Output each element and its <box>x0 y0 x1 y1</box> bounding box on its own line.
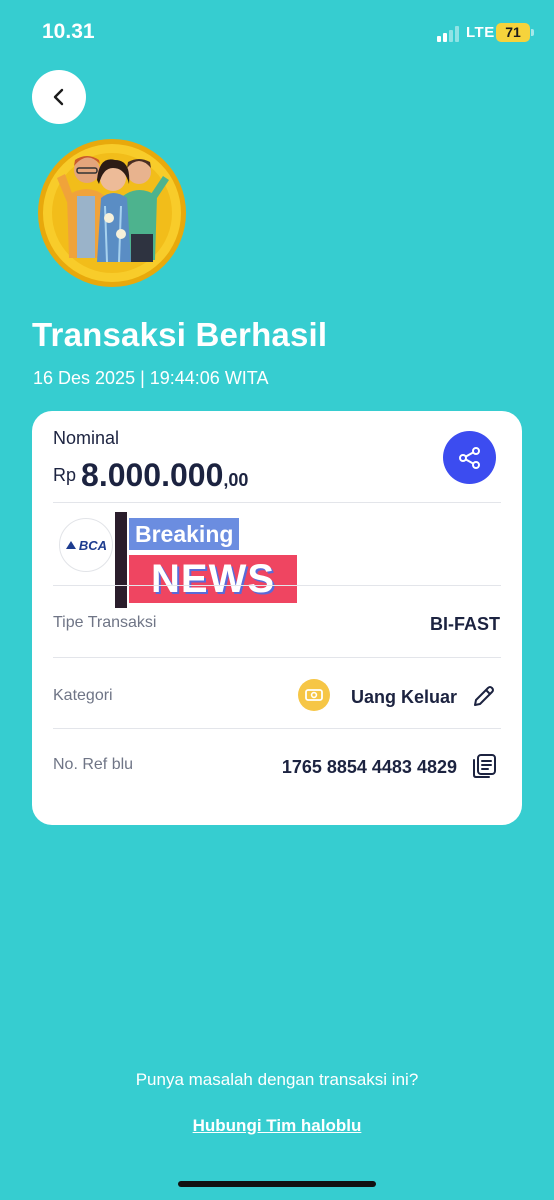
transaction-type-label: Tipe Transaksi <box>53 614 157 631</box>
back-button[interactable] <box>32 70 86 124</box>
share-icon <box>458 446 480 469</box>
bank-name: BCA <box>78 537 108 553</box>
page-title: Transaksi Berhasil <box>32 316 328 353</box>
chevron-left-icon <box>53 88 64 106</box>
network-type: LTE <box>466 24 495 41</box>
bca-logo-icon <box>65 541 76 549</box>
signal-icon <box>437 26 461 42</box>
bank-logo: BCA <box>59 518 113 572</box>
category-label: Kategori <box>53 687 113 704</box>
status-bar: 10.31 LTE 71 <box>0 0 554 66</box>
ref-number-value: 1765 8854 4483 4829 <box>281 757 457 777</box>
amount-decimal: ,00 <box>223 470 249 490</box>
help-text: Punya masalah dengan transaksi ini? <box>135 1070 419 1089</box>
transaction-type-value: BI-FAST <box>430 614 500 634</box>
battery-indicator: 71 <box>496 23 534 42</box>
amount-main: 8.000.000 <box>81 457 224 493</box>
success-avatar-badge <box>38 139 186 287</box>
share-button[interactable] <box>443 431 496 484</box>
contact-support-link[interactable]: Hubungi Tim haloblu <box>0 1116 554 1136</box>
breaking-label: Breaking <box>129 518 240 550</box>
status-time: 10.31 <box>42 20 95 43</box>
divider <box>53 728 501 729</box>
transaction-detail-card: Nominal Rp 8.000.000,00 BCA Breaking NEWS… <box>32 411 522 825</box>
category-value: Uang Keluar <box>350 687 457 707</box>
nominal-amount: Rp 8.000.000,00 <box>53 457 248 494</box>
home-indicator[interactable] <box>178 1181 376 1187</box>
divider <box>53 502 501 503</box>
divider <box>53 585 501 586</box>
breaking-news-overlay: Breaking NEWS <box>115 512 297 608</box>
copy-icon[interactable] <box>470 752 498 780</box>
currency-label: Rp <box>53 465 77 485</box>
divider <box>53 657 501 658</box>
news-label: NEWS <box>129 555 297 603</box>
ref-number-label: No. Ref blu <box>53 756 134 773</box>
transaction-datetime: 16 Des 2025 | 19:44:06 WITA <box>33 368 269 388</box>
nominal-label: Nominal <box>53 428 120 448</box>
pencil-edit-icon[interactable] <box>471 683 497 709</box>
money-out-icon <box>298 679 330 711</box>
